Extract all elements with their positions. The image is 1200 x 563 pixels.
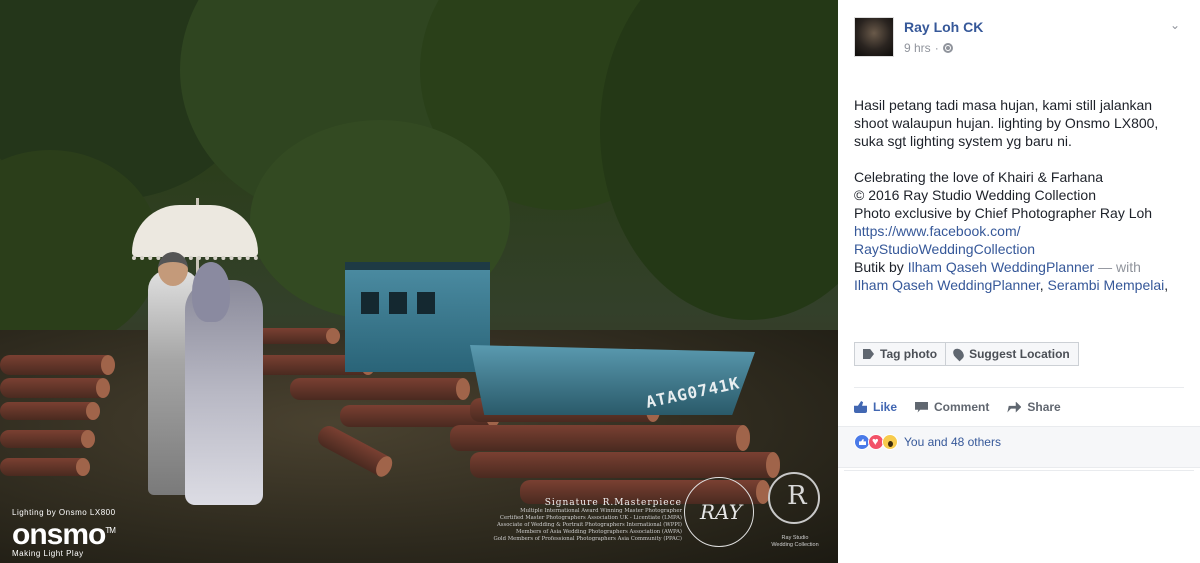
umbrella-fringe [132, 252, 258, 260]
log [0, 378, 110, 398]
caption-link[interactable]: https://www.facebook.com/ [854, 222, 1194, 240]
log [450, 425, 750, 451]
signature-line: Certified Master Photographers Associati… [499, 515, 682, 521]
chevron-down-icon[interactable]: ⌄ [1166, 16, 1184, 34]
caption-butik: Butik by Ilham Qaseh WeddingPlanner — wi… [854, 259, 1141, 275]
post-author[interactable]: Ray Loh CK [904, 19, 983, 35]
boat-window [389, 292, 407, 314]
signature-line: Associate of Wedding & Portrait Photogra… [496, 522, 682, 528]
tagged-person-link[interactable]: Serambi Mempelai [1048, 277, 1165, 293]
groom-head [158, 252, 188, 286]
divider [854, 387, 1184, 388]
onsmo-logo: onsmoTM [12, 518, 116, 551]
photo-tools: Tag photo Suggest Location [854, 342, 1079, 366]
meta-separator: · [934, 41, 939, 55]
share-icon [1007, 401, 1022, 413]
post-timestamp[interactable]: 9 hrs [904, 41, 931, 55]
crest-text: Ray Studio Wedding Collection [771, 535, 819, 548]
post-meta: 9 hrs · [904, 41, 953, 55]
onsmo-top-line: Lighting by Onsmo LX800 [12, 508, 116, 517]
boat-cabin [345, 262, 490, 372]
caption-copyright: © 2016 Ray Studio Wedding Collection [854, 187, 1096, 203]
post-caption: Hasil petang tadi masa hujan, kami still… [854, 96, 1194, 294]
boat-window [417, 292, 435, 314]
caption-link[interactable]: RayStudioWeddingCollection [854, 240, 1194, 258]
signature-line: Members of Asia Wedding Photographers As… [516, 529, 682, 535]
butik-link[interactable]: Ilham Qaseh WeddingPlanner [908, 259, 1095, 275]
globe-icon[interactable] [942, 43, 953, 53]
signature-line: Multiple International Award Winning Mas… [520, 508, 682, 514]
like-button[interactable]: Like [854, 398, 897, 416]
signature-watermark: Signature R.Masterpiece Multiple Interna… [432, 498, 682, 543]
log [0, 402, 100, 420]
thumbs-up-icon [854, 401, 867, 413]
log [470, 452, 780, 478]
caption-exclusive: Photo exclusive by Chief Photographer Ra… [854, 205, 1153, 221]
log [290, 378, 470, 400]
log [0, 458, 90, 476]
log [0, 430, 95, 448]
comments-area [844, 470, 1194, 563]
tagged-person-link[interactable]: Ilham Qaseh WeddingPlanner [854, 277, 1040, 293]
caption-celebrating: Celebrating the love of Khairi & Farhana [854, 169, 1104, 185]
share-button[interactable]: Share [1007, 398, 1061, 416]
tag-photo-button[interactable]: Tag photo [854, 342, 947, 366]
comment-button[interactable]: Comment [915, 398, 989, 416]
onsmo-watermark: Lighting by Onsmo LX800 onsmoTM Making L… [12, 508, 116, 558]
avatar[interactable] [854, 17, 894, 57]
wow-reaction-icon [882, 434, 898, 450]
reactions-count-text[interactable]: You and 48 others [904, 435, 1001, 449]
boat-window [361, 292, 379, 314]
location-pin-icon [951, 346, 967, 362]
bride-head [192, 262, 230, 322]
crest-letter: R [787, 481, 807, 511]
reactions-summary[interactable]: You and 48 others [854, 434, 1001, 450]
caption-paragraph: Celebrating the love of Khairi & Farhana… [854, 168, 1194, 294]
caption-paragraph: Hasil petang tadi masa hujan, kami still… [854, 97, 1159, 149]
tree-foliage [600, 0, 838, 320]
post-actions: Like Comment Share [854, 398, 1061, 416]
signature-line: Gold Members of Professional Photographe… [493, 536, 682, 542]
signature-scribble: RAY [700, 500, 742, 524]
post-side-panel: Ray Loh CK 9 hrs · ⌄ Hasil petang tadi m… [838, 0, 1200, 563]
comment-icon [915, 401, 929, 413]
signature-title: Signature R.Masterpiece [544, 498, 682, 508]
post-photo[interactable]: ATAG0741K Lighting by Onsmo LX800 onsmoT… [0, 0, 838, 563]
caption-tagged: Ilham Qaseh WeddingPlanner, Serambi Memp… [854, 277, 1169, 293]
suggest-location-button[interactable]: Suggest Location [946, 342, 1079, 366]
log [0, 355, 115, 375]
tag-icon [863, 349, 874, 359]
